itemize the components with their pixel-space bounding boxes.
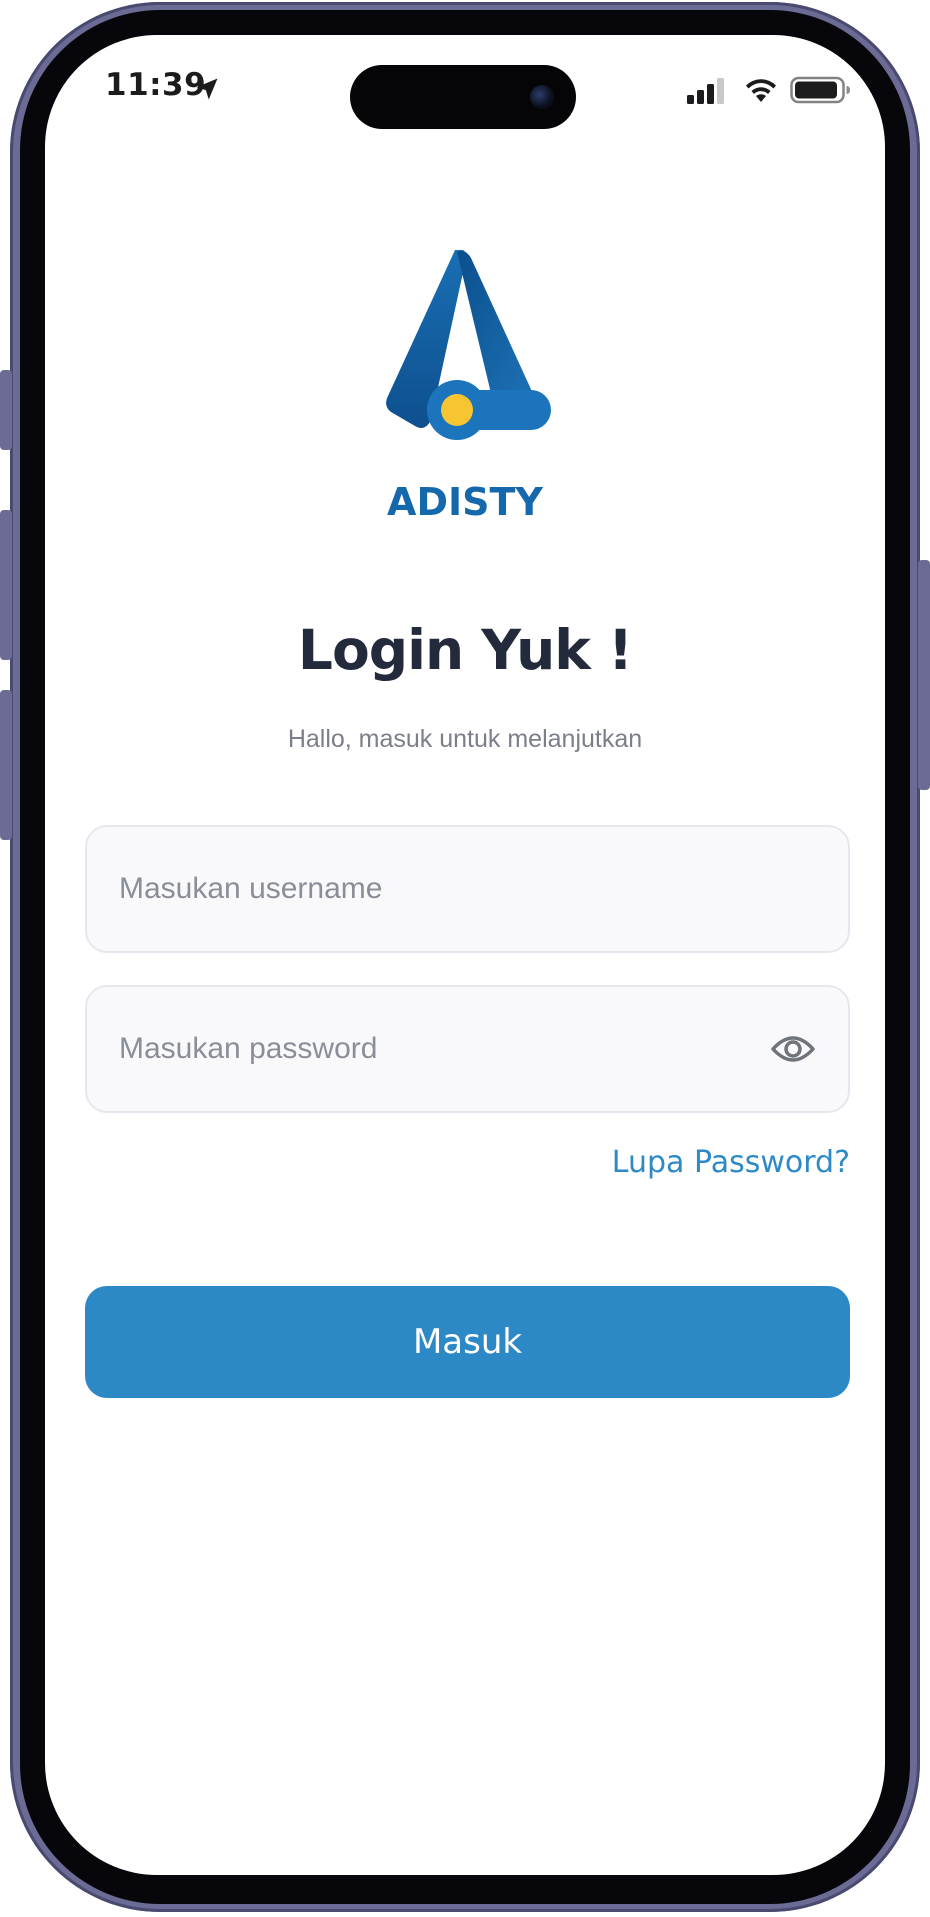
mute-switch <box>0 370 12 450</box>
battery-icon <box>790 76 850 104</box>
front-camera <box>530 85 554 109</box>
login-button[interactable]: Masuk <box>85 1286 850 1398</box>
password-input[interactable] <box>117 987 757 1111</box>
forgot-password-link[interactable]: Lupa Password? <box>612 1145 850 1180</box>
location-arrow-icon <box>196 78 218 100</box>
cellular-signal-icon <box>687 78 724 104</box>
brand-name: ADISTY <box>387 480 543 524</box>
page-title: Login Yuk ! <box>297 618 633 682</box>
eye-icon[interactable] <box>770 1029 816 1069</box>
password-field[interactable] <box>85 985 850 1113</box>
status-time: 11:39 <box>105 67 207 103</box>
adisty-logo <box>386 250 551 440</box>
volume-down-button <box>0 690 12 840</box>
username-input[interactable] <box>117 827 757 951</box>
volume-up-button <box>0 510 12 660</box>
dynamic-island <box>350 65 576 129</box>
power-button <box>918 560 930 790</box>
username-field[interactable] <box>85 825 850 953</box>
status-bar: 11:39 <box>45 35 885 155</box>
wifi-icon <box>746 79 776 102</box>
app-screen: 11:39 ADISTY Login Yuk ! Hallo, masuk un… <box>45 35 885 1875</box>
page-subtitle: Hallo, masuk untuk melanjutkan <box>287 725 643 753</box>
